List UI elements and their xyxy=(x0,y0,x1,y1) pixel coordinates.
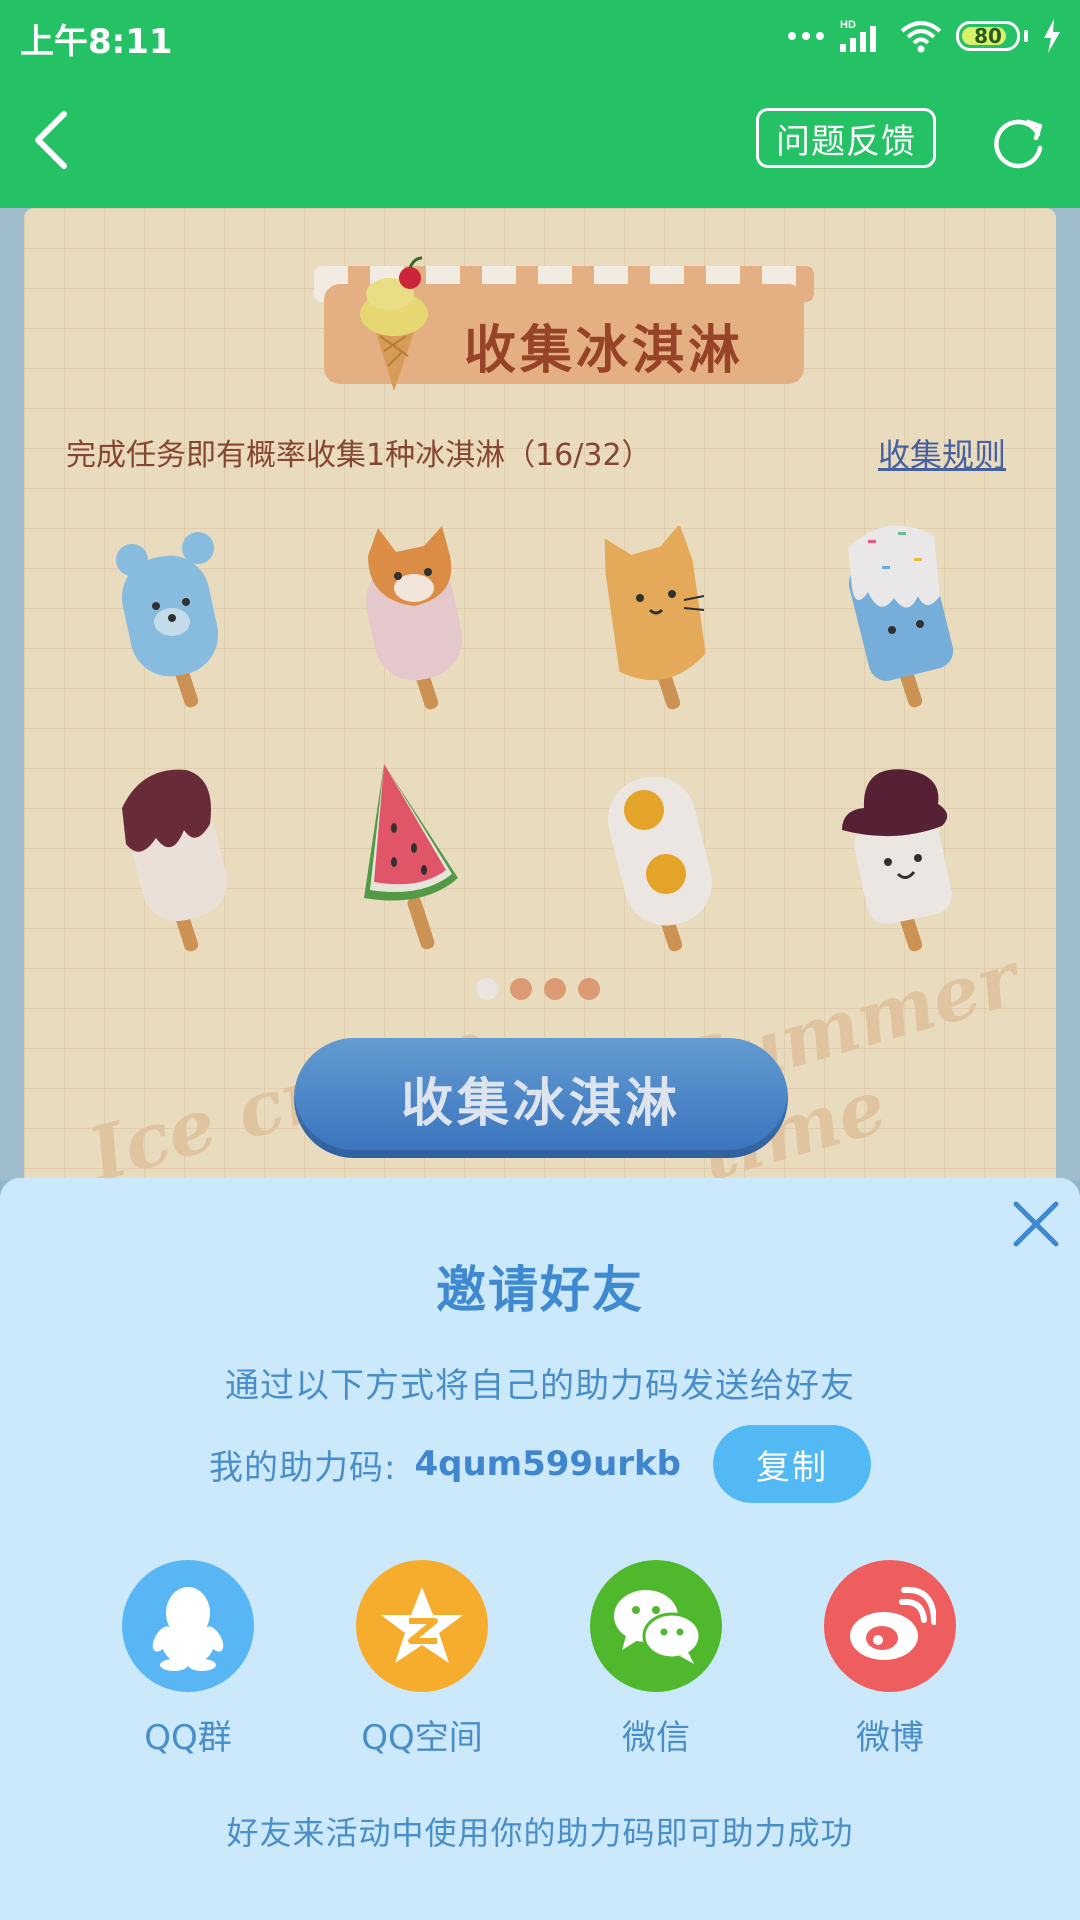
invite-code-row: 我的助力码: 4qum599urkb 复制 xyxy=(0,1424,1080,1504)
share-qq-group[interactable]: QQ群 xyxy=(98,1560,278,1759)
battery-icon: 80 xyxy=(956,21,1020,51)
sheet-footer: 好友来活动中使用你的助力码即可助力成功 xyxy=(226,1814,854,1852)
back-button[interactable] xyxy=(26,108,80,172)
refresh-button[interactable] xyxy=(992,114,1048,170)
share-options: QQ群 QQ空间 微信 微博 xyxy=(0,1560,1080,1760)
feedback-button[interactable]: 问题反馈 xyxy=(756,108,936,168)
status-bar: 上午8:11 HD 80 xyxy=(0,0,1080,74)
status-icons: HD 80 xyxy=(788,16,1062,56)
modal-overlay[interactable] xyxy=(0,208,1080,1180)
sheet-title: 邀请好友 xyxy=(436,1261,644,1319)
qq-penguin-icon xyxy=(122,1560,254,1692)
more-dots-icon xyxy=(788,32,824,40)
app-header: 问题反馈 xyxy=(0,74,1080,208)
share-qzone[interactable]: QQ空间 xyxy=(332,1560,512,1759)
wifi-icon xyxy=(900,21,942,53)
invite-friends-sheet: 邀请好友 通过以下方式将自己的助力码发送给好友 我的助力码: 4qum599ur… xyxy=(0,1178,1080,1920)
svg-text:HD: HD xyxy=(840,19,856,31)
status-time: 上午8:11 xyxy=(20,22,173,62)
battery-level: 80 xyxy=(974,24,1002,48)
share-label: QQ群 xyxy=(144,1718,232,1758)
charging-icon xyxy=(1044,19,1060,53)
signal-icon: HD xyxy=(840,19,876,52)
share-wechat[interactable]: 微信 xyxy=(566,1560,746,1759)
weibo-icon xyxy=(824,1560,956,1692)
share-weibo[interactable]: 微博 xyxy=(800,1560,980,1759)
copy-button[interactable]: 复制 xyxy=(713,1425,871,1503)
wechat-icon xyxy=(590,1560,722,1692)
share-label: 微博 xyxy=(856,1718,924,1758)
invite-code-value: 4qum599urkb xyxy=(414,1444,681,1484)
qzone-star-icon xyxy=(356,1560,488,1692)
share-label: 微信 xyxy=(622,1718,690,1758)
share-label: QQ空间 xyxy=(361,1718,483,1758)
close-button[interactable] xyxy=(1010,1198,1062,1250)
code-label: 我的助力码: xyxy=(209,1447,397,1488)
sheet-description: 通过以下方式将自己的助力码发送给好友 xyxy=(225,1366,855,1406)
